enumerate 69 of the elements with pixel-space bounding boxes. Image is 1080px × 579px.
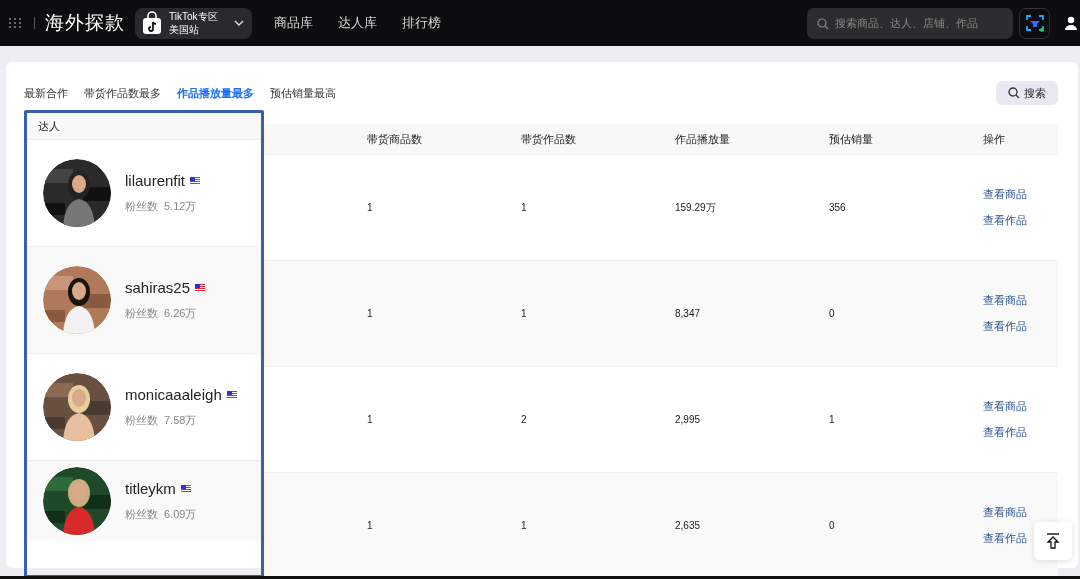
column-header: 带货商品数 [367,131,422,147]
table-cell: 1 [367,202,373,213]
table-cell: 1 [521,520,527,531]
table-cell: 0 [829,308,835,319]
action-link[interactable]: 查看商品 [983,505,1027,520]
search-icon [817,17,829,30]
scan-icon [1024,13,1045,33]
table-cell: 159.29万 [675,200,716,215]
table-cell: 356 [829,202,846,213]
followers-label: 粉丝数 [125,306,158,321]
followers-label: 粉丝数 [125,507,158,522]
followers-count: 7.58万 [164,413,197,428]
chevron-down-icon [233,20,244,26]
user-icon[interactable] [1064,16,1078,30]
action-link[interactable]: 查看商品 [983,399,1027,414]
us-flag-icon [195,284,206,291]
logo-text[interactable]: 海外探款 [45,10,125,36]
followers-count: 6.26万 [164,306,197,321]
creator-name[interactable]: monicaaaleigh [125,386,222,403]
us-flag-icon [190,177,201,184]
table-cell: 1 [829,414,835,425]
apps-grid-icon[interactable] [8,17,22,29]
column-header: 操作 [983,131,1005,147]
column-header: 达人 [38,118,60,134]
column-header: 作品播放量 [675,131,730,147]
filter-tab[interactable]: 带货作品数最多 [84,85,161,101]
us-flag-icon [226,391,237,398]
back-to-top-button[interactable] [1034,522,1072,560]
search-icon [1008,87,1020,99]
action-link[interactable]: 查看作品 [983,425,1027,440]
followers-count: 5.12万 [164,199,197,214]
column-header: 预估销量 [829,131,873,147]
table-cell: 0 [829,520,835,531]
region-selector[interactable]: TikTok专区 美国站 [135,7,252,39]
region-site: 美国站 [169,23,200,36]
column-header: 带货作品数 [521,131,576,147]
arrow-up-icon [1046,533,1060,549]
creator-name[interactable]: lilaurenfit [125,172,186,189]
followers-label: 粉丝数 [125,413,158,428]
filter-tab[interactable]: 作品播放量最多 [177,85,254,101]
action-link[interactable]: 查看作品 [983,531,1027,546]
table-cell: 8,347 [675,308,701,319]
region-name: TikTok专区 [169,10,218,23]
action-link[interactable]: 查看商品 [983,293,1027,308]
nav-link[interactable]: 排行榜 [401,14,441,32]
creator-name[interactable]: titleykm [125,480,176,497]
image-search-button[interactable] [1019,7,1050,39]
followers-count: 6.09万 [164,507,197,522]
action-link[interactable]: 查看作品 [983,213,1027,228]
action-link[interactable]: 查看作品 [983,319,1027,334]
nav-link[interactable]: 达人库 [337,14,377,32]
table-cell: 2,995 [675,414,701,425]
table-cell: 2,635 [675,520,701,531]
filter-tab[interactable]: 最新合作 [24,85,68,101]
nav-link[interactable]: 商品库 [273,14,313,32]
table-cell: 1 [521,202,527,213]
search-field[interactable]: 搜索商品、达人、店铺、作品 [807,7,1013,39]
table-cell: 1 [367,308,373,319]
shopping-bag-icon [141,11,163,35]
table-cell: 1 [521,308,527,319]
action-link[interactable]: 查看商品 [983,187,1027,202]
table-cell: 1 [367,520,373,531]
followers-label: 粉丝数 [125,199,158,214]
creator-name[interactable]: sahiras25 [125,279,191,296]
search-button[interactable]: 搜索 [996,81,1058,105]
table-cell: 1 [367,414,373,425]
us-flag-icon [180,485,191,492]
table-cell: 2 [521,414,527,425]
filter-tab[interactable]: 预估销量最高 [270,85,336,101]
